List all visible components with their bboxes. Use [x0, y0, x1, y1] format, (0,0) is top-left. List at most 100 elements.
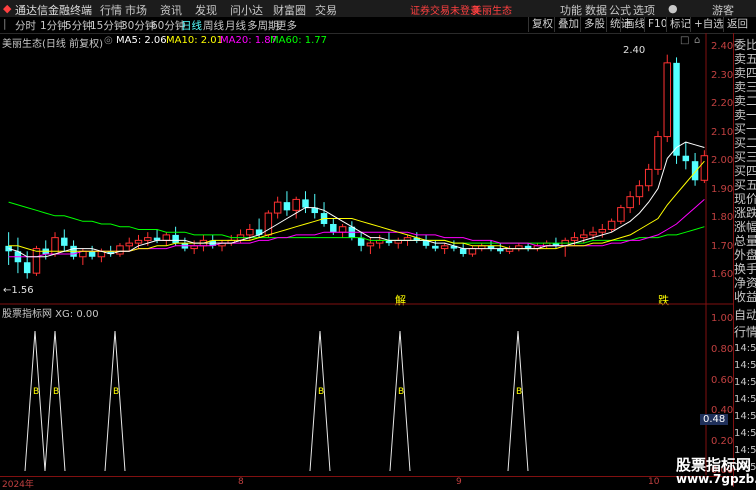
toolbar-duogu[interactable]: 多股 [580, 17, 608, 32]
quote-row-label: 涨跌 [734, 206, 756, 220]
menu-wenxiaoda[interactable]: 问小达 [230, 2, 263, 18]
candle-body [635, 185, 644, 198]
menu-jiaoyi[interactable]: 交易 [315, 2, 337, 18]
toolbar-fuquan[interactable]: 复权 [528, 17, 556, 32]
date-tick: 9 [456, 477, 462, 487]
xg-signal-spike [24, 330, 46, 472]
quote-row-label: 现价 [734, 192, 756, 206]
quote-row-label: 换手 [734, 262, 756, 276]
watermark-url: www.7gpzb.com [676, 472, 756, 486]
quote-row-label: 净资 [734, 276, 756, 290]
toolbar-add-watchlist[interactable]: +自选 [690, 17, 727, 32]
candle-body [366, 242, 375, 247]
menu-xuanxiang[interactable]: 选项 [633, 2, 655, 18]
quote-row-label: 涨幅 [734, 220, 756, 234]
indicator-tick: 0.80 [711, 344, 734, 355]
candle-body [88, 251, 96, 257]
candle-body [162, 234, 171, 241]
menu-shichang[interactable]: 市场 [125, 2, 147, 18]
price-tick: 1.80 [711, 212, 734, 223]
menu-gongneng[interactable]: 功能 [560, 2, 582, 18]
quote-row-label: 买三 [734, 150, 756, 164]
current-stock: 美丽生态 [472, 6, 512, 17]
ma20-line [8, 199, 705, 258]
tab-5min[interactable]: 5分钟 [65, 18, 93, 33]
app-title: 通达信金融终端 [15, 4, 92, 17]
login-notice[interactable]: 证券交易未登录 [410, 2, 480, 17]
quote-row-label: 卖二 [734, 94, 756, 108]
xg-signal-spike [507, 330, 529, 472]
candle-body [273, 201, 282, 214]
menu-faxian[interactable]: 发现 [195, 2, 217, 18]
price-tick: 2.20 [711, 98, 734, 109]
price-tick: 1.90 [711, 184, 734, 195]
candle-body [644, 168, 653, 187]
toolbar-diejia[interactable]: 叠加 [554, 17, 582, 32]
candle-body [246, 228, 254, 236]
candle-body [440, 245, 449, 250]
candle-body [134, 239, 143, 244]
date-tick: 2024年 [2, 480, 34, 490]
xg-signal-spike [389, 330, 411, 472]
xg-signal-marker: B [318, 387, 324, 397]
date-tick: 8 [238, 477, 244, 487]
quote-row-label: 卖一 [734, 108, 756, 122]
tab-monthly[interactable]: 月线 [225, 18, 246, 33]
date-axis: 2024年 8 9 10 [0, 476, 734, 490]
xg-signal-spike [309, 330, 331, 472]
candle-body [580, 234, 588, 239]
tab-1min[interactable]: 1分钟 [40, 18, 68, 33]
xg-signal-marker: B [33, 387, 39, 397]
xg-signal-spike [104, 330, 126, 472]
tick-time: 14:56 [734, 343, 756, 354]
price-tick: 1.60 [711, 269, 734, 280]
timeframe-arrow-icon[interactable]: | [3, 18, 7, 30]
candle-body [589, 231, 597, 236]
candlestick-chart[interactable] [0, 33, 734, 305]
candle-body [607, 220, 616, 230]
xg-signal-spike [44, 330, 66, 472]
candle-body [61, 237, 68, 246]
indicator-chart[interactable]: BBBBBB [0, 303, 734, 475]
candle-body [663, 62, 672, 138]
menu-zixun[interactable]: 资讯 [160, 2, 182, 18]
indicator-tick: 0.20 [711, 436, 734, 447]
candle-body [654, 136, 662, 170]
menu-gongshi[interactable]: 公式 [609, 2, 631, 18]
candle-body [32, 248, 41, 274]
menu-hangqing[interactable]: 行情 [100, 2, 122, 18]
price-tick: 1.70 [711, 241, 734, 252]
tick-time: 14:56 [734, 428, 756, 439]
title-bar: ◆ 通达信金融终端 行情 市场 资讯 发现 问小达 财富圈 交易 证券交易未登录… [0, 0, 756, 18]
tab-daily[interactable]: 日线 [181, 18, 202, 33]
user-icon[interactable]: ● [668, 2, 678, 15]
tick-panel-label: 自动 [734, 308, 756, 322]
toolbar-back[interactable]: 返回 [723, 17, 751, 32]
tab-weekly[interactable]: 周线 [203, 18, 224, 33]
tick-time: 14:56 [734, 394, 756, 405]
price-tick: 2.00 [711, 155, 734, 166]
candle-body [459, 248, 467, 255]
user-guest[interactable]: 游客 [712, 2, 734, 18]
quote-row-label: 买五 [734, 178, 756, 192]
tick-panel-label: 行情 [734, 325, 756, 339]
menu-shuju[interactable]: 数据 [585, 2, 607, 18]
indicator-tick: 1.00 [711, 313, 734, 324]
candle-body [338, 226, 347, 233]
tick-time: 14:56 [734, 411, 756, 422]
menu-caifuquan[interactable]: 财富圈 [273, 2, 306, 18]
candle-body [144, 237, 152, 241]
high-price-label: 2.40 [623, 45, 646, 56]
candle-body [691, 161, 699, 181]
xg-signal-marker: B [398, 387, 404, 397]
tick-time: 14:56 [734, 377, 756, 388]
tab-more[interactable]: 更多 [276, 18, 297, 33]
tab-fenshi[interactable]: 分时 [15, 18, 36, 33]
quote-row-label: 买一 [734, 122, 756, 136]
quote-row-label: 买二 [734, 136, 756, 150]
candle-body [598, 228, 607, 233]
tab-15min[interactable]: 15分钟 [90, 18, 124, 33]
price-tick: 2.30 [711, 70, 734, 81]
tab-multi[interactable]: 多周期 [247, 18, 279, 33]
quote-row-label: 总量 [734, 234, 756, 248]
